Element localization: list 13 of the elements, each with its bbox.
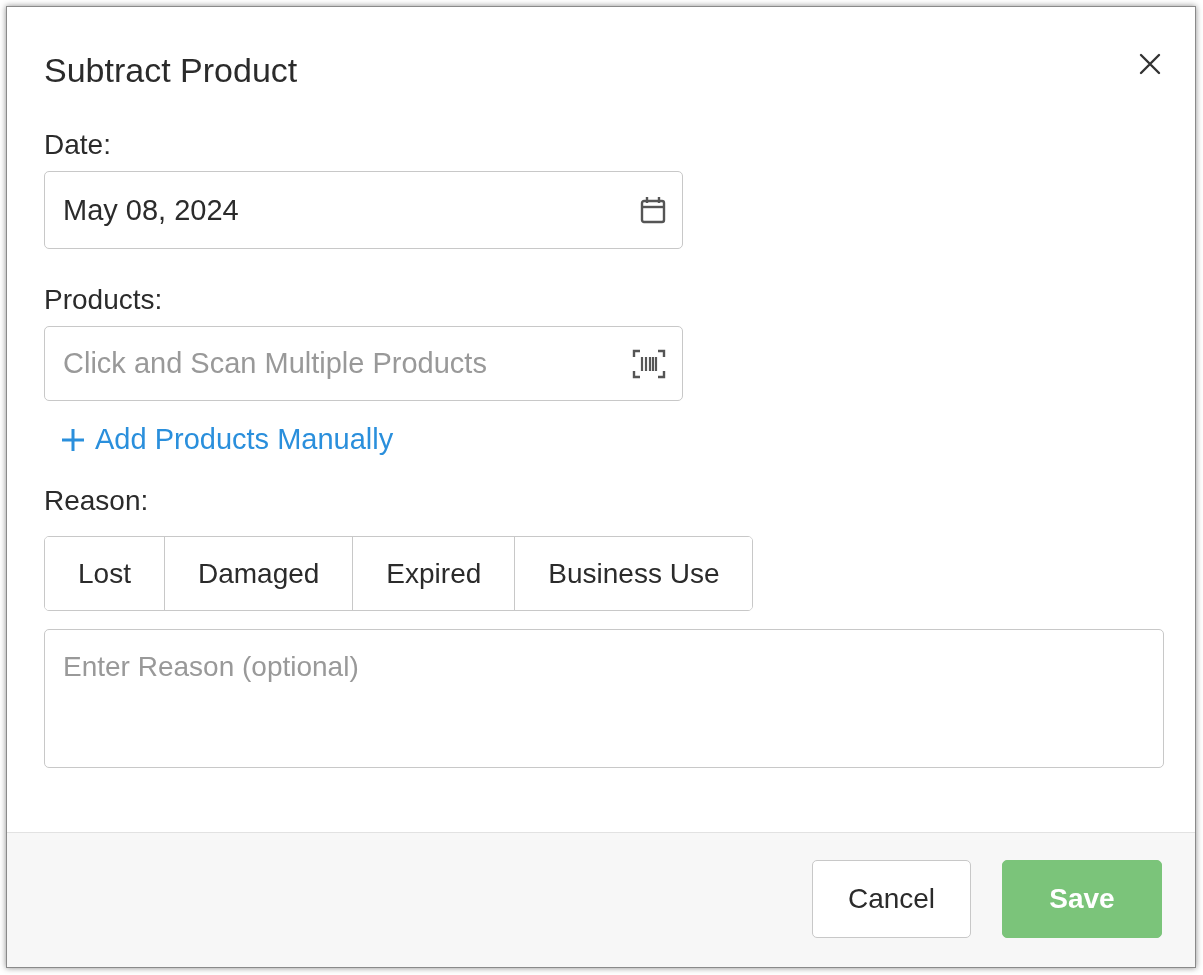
- product-scan-placeholder: Click and Scan Multiple Products: [63, 347, 487, 380]
- plus-icon: [62, 428, 84, 451]
- barcode-scan-icon: [632, 348, 666, 379]
- reason-label: Reason:: [44, 486, 149, 516]
- reason-option[interactable]: Business Use: [514, 537, 753, 610]
- date-value: May 08, 2024: [63, 193, 239, 227]
- date-field[interactable]: May 08, 2024: [44, 171, 683, 249]
- dialog-title: Subtract Product: [44, 50, 298, 90]
- date-label: Date:: [44, 130, 111, 160]
- close-icon: [1139, 53, 1161, 75]
- calendar-icon: [640, 196, 666, 224]
- cancel-button[interactable]: Cancel: [812, 860, 971, 938]
- products-label: Products:: [44, 285, 163, 315]
